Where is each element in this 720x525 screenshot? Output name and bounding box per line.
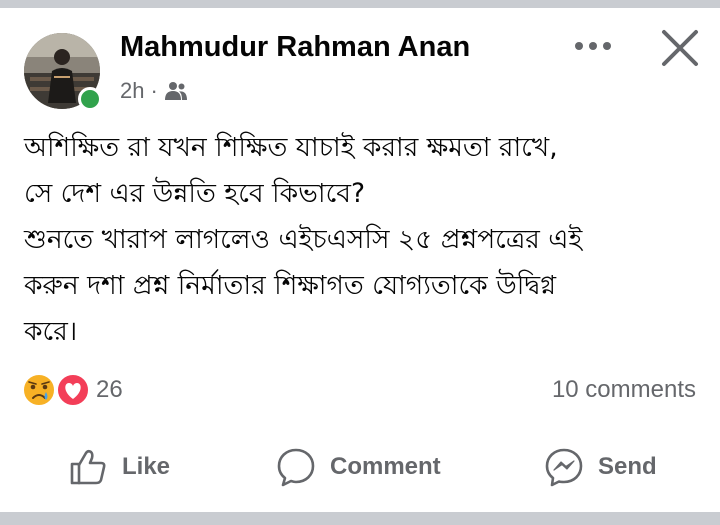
post-timestamp[interactable]: 2h — [120, 78, 144, 104]
bottom-divider — [0, 512, 720, 525]
post-text-line: সে দেশ এর উন্নতি হবে কিভাবে? — [24, 178, 366, 209]
avatar[interactable] — [24, 33, 104, 113]
meta-separator: · — [150, 78, 158, 103]
reactions-summary[interactable]: 26 — [22, 372, 123, 408]
post-text-line: করুন দশা প্রশ্ন নির্মাতার শিক্ষাগত যোগ্য… — [24, 270, 556, 301]
post-meta: 2h · — [120, 78, 188, 104]
comment-label: Comment — [330, 453, 441, 480]
post-text-line: করে। — [24, 316, 78, 347]
online-status-dot — [78, 87, 102, 111]
comment-bubble-icon — [277, 448, 315, 487]
like-button[interactable]: Like — [68, 444, 170, 490]
like-label: Like — [122, 453, 171, 480]
post-author-name[interactable]: Mahmudur Rahman Anan — [120, 31, 470, 64]
close-icon[interactable] — [660, 28, 700, 68]
comment-button[interactable]: Comment — [276, 444, 441, 490]
post-text-line: অশিক্ষিত রা যখন শিক্ষিত যাচাই করার ক্ষমত… — [24, 132, 558, 163]
love-heart-icon — [56, 373, 90, 407]
more-options-icon[interactable] — [574, 38, 614, 54]
send-label: Send — [598, 453, 657, 480]
top-divider — [0, 0, 720, 8]
messenger-icon — [545, 448, 583, 487]
comments-count-link[interactable]: 10 comments — [552, 376, 696, 404]
friends-icon[interactable] — [164, 81, 188, 101]
post-text-line: শুনতে খারাপ লাগলেও এইচএসসি ২৫ প্রশ্নপত্র… — [24, 224, 583, 255]
sad-emoji-icon — [22, 373, 56, 407]
thumbs-up-icon — [70, 449, 106, 485]
post-body: অশিক্ষিত রা যখন শিক্ষিত যাচাই করার ক্ষমত… — [24, 125, 714, 355]
reaction-count: 26 — [96, 376, 123, 403]
send-button[interactable]: Send — [544, 444, 657, 490]
